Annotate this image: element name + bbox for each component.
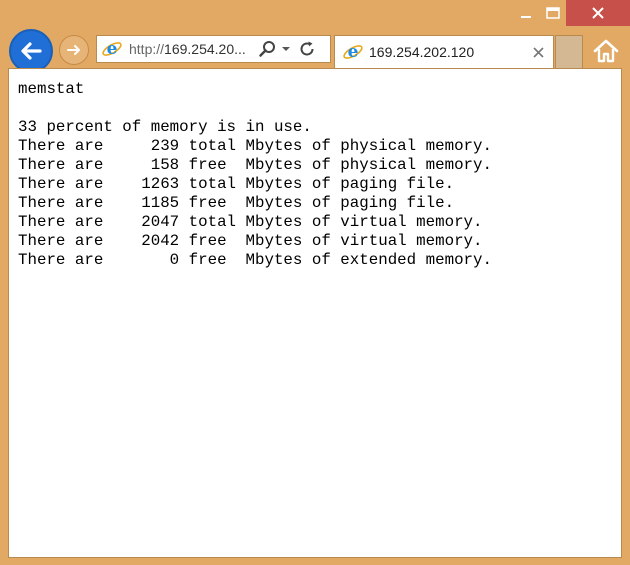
refresh-button[interactable] <box>297 39 317 59</box>
close-icon <box>592 7 604 19</box>
svg-text:e: e <box>348 42 359 62</box>
output-line: There are 2042 free Mbytes of virtual me… <box>18 232 483 250</box>
output-line: There are 1185 free Mbytes of paging fil… <box>18 194 455 212</box>
svg-text:e: e <box>107 39 118 59</box>
ie-logo-icon: e <box>102 39 122 59</box>
home-icon <box>593 39 619 63</box>
close-icon <box>532 46 544 58</box>
back-arrow-icon <box>21 42 42 60</box>
navigation-bar: e http://169.254.20... e 169.254.202.120 <box>0 28 630 73</box>
output-line: 33 percent of memory is in use. <box>18 118 312 136</box>
memstat-output: memstat 33 percent of memory is in use. Th… <box>9 69 621 270</box>
address-host: 169.254.20... <box>164 41 246 57</box>
minimize-button[interactable] <box>512 0 539 26</box>
page-content: memstat 33 percent of memory is in use. Th… <box>8 68 622 558</box>
search-button[interactable] <box>257 39 277 59</box>
output-line: There are 158 free Mbytes of physical me… <box>18 156 492 174</box>
minimize-icon <box>520 16 531 18</box>
output-line: There are 0 free Mbytes of extended memo… <box>18 251 492 269</box>
search-icon <box>259 41 275 57</box>
back-button[interactable] <box>9 29 53 73</box>
tab-active[interactable]: e 169.254.202.120 <box>334 35 554 68</box>
chevron-down-icon <box>282 47 290 51</box>
browser-window: e http://169.254.20... e 169.254.202.120… <box>0 0 630 565</box>
forward-arrow-icon <box>67 45 80 55</box>
refresh-icon <box>300 41 314 56</box>
output-line: memstat <box>18 80 85 98</box>
maximize-icon <box>545 7 560 19</box>
new-tab-button[interactable] <box>555 35 583 68</box>
output-line: There are 1263 total Mbytes of paging fi… <box>18 175 455 193</box>
maximize-button[interactable] <box>539 0 566 26</box>
output-line: There are 2047 total Mbytes of virtual m… <box>18 213 483 231</box>
output-line: There are 239 total Mbytes of physical m… <box>18 137 492 155</box>
address-protocol: http:// <box>129 41 165 57</box>
address-bar[interactable]: e http://169.254.20... <box>96 35 331 63</box>
forward-button[interactable] <box>59 35 89 65</box>
close-window-button[interactable] <box>566 0 630 26</box>
close-tab-button[interactable] <box>528 42 548 62</box>
address-url[interactable]: http://169.254.20... <box>129 41 253 57</box>
ie-logo-icon: e <box>343 42 363 62</box>
home-button[interactable] <box>592 38 620 64</box>
tab-title: 169.254.202.120 <box>369 44 475 60</box>
address-dropdown-button[interactable] <box>279 39 293 59</box>
window-caption-controls <box>512 0 630 26</box>
